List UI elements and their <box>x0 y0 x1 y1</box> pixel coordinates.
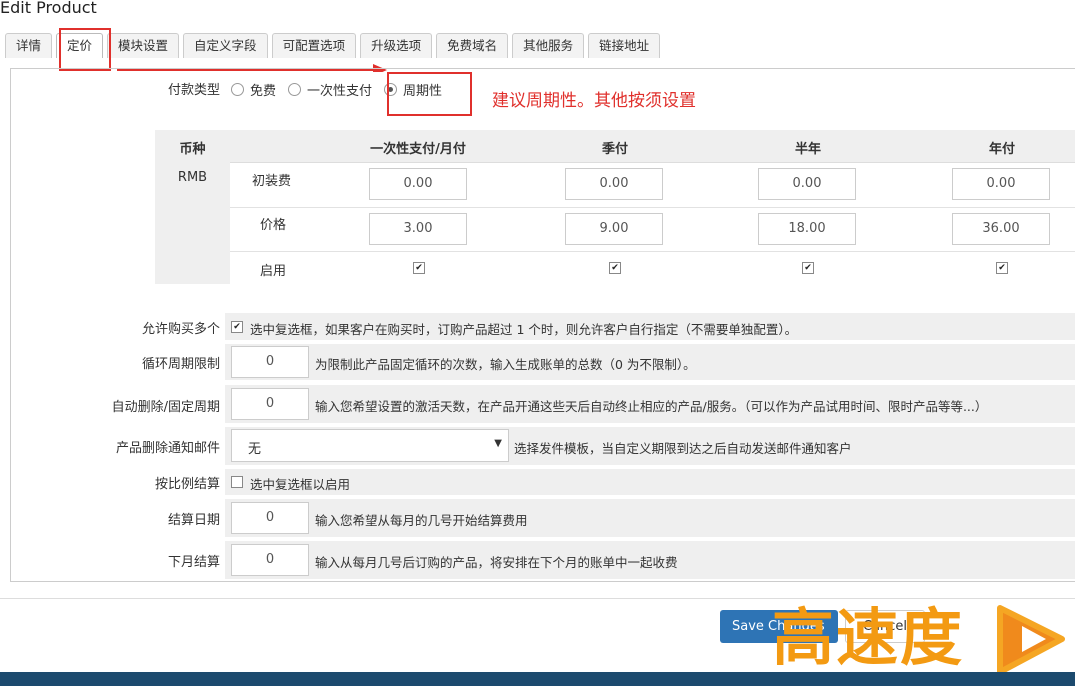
prorata-date-desc: 输入您希望从每月的几号开始结算费用 <box>315 513 528 528</box>
bottom-bar <box>0 672 1075 686</box>
prorata-label: 按比例结算 <box>154 477 220 492</box>
radio-onetime[interactable]: 一次性支付 <box>288 80 372 99</box>
tab-module-settings[interactable]: 模块设置 <box>107 33 180 58</box>
tab-custom-fields[interactable]: 自定义字段 <box>183 33 268 58</box>
enable-label: 启用 <box>260 264 287 279</box>
currency-header: 币种 <box>179 142 206 157</box>
annotation-box-tab <box>59 28 111 71</box>
watermark-logo: 高速度 <box>772 601 965 674</box>
prorata-date-label: 结算日期 <box>167 513 220 528</box>
charge-next-month-input[interactable]: 0 <box>231 544 309 576</box>
recurring-limit-label: 循环周期限制 <box>141 357 220 372</box>
page-title: Edit Product <box>0 0 97 17</box>
prorata-date-field: 0 输入您希望从每月的几号开始结算费用 <box>225 499 1075 537</box>
setup-annual-input[interactable]: 0.00 <box>952 168 1050 200</box>
allow-multiple-label: 允许购买多个 <box>141 322 220 337</box>
radio-free[interactable]: 免费 <box>231 80 276 99</box>
row-divider <box>230 207 1075 208</box>
chevron-down-icon: ▼ <box>494 438 502 449</box>
tab-free-domain[interactable]: 免费域名 <box>436 33 509 58</box>
tab-configurable-options[interactable]: 可配置选项 <box>271 33 357 58</box>
setup-fee-label: 初装费 <box>252 174 292 189</box>
recurring-limit-input[interactable]: 0 <box>231 346 309 378</box>
auto-terminate-input[interactable]: 0 <box>231 388 309 420</box>
tab-links[interactable]: 链接地址 <box>588 33 661 58</box>
price-annual-input[interactable]: 36.00 <box>952 213 1050 245</box>
price-quarterly-input[interactable]: 9.00 <box>565 213 663 245</box>
col-annual-header: 年付 <box>988 142 1015 157</box>
charge-next-month-field: 0 输入从每月几号后订购的产品，将安排在下个月的账单中一起收费 <box>225 541 1075 579</box>
prorata-date-input[interactable]: 0 <box>231 502 309 534</box>
tab-upgrades[interactable]: 升级选项 <box>360 33 433 58</box>
prorata-checkbox[interactable] <box>231 476 243 488</box>
termination-email-label: 产品删除通知邮件 <box>115 441 220 456</box>
setup-monthly-input[interactable]: 0.00 <box>369 168 467 200</box>
auto-terminate-field: 0 输入您希望设置的激活天数，在产品开通这些天后自动终止相应的产品/服务。（可以… <box>225 385 1075 423</box>
enable-annual-checkbox[interactable]: ✔ <box>996 262 1008 274</box>
enable-semiannual-checkbox[interactable]: ✔ <box>802 262 814 274</box>
termination-email-select[interactable]: 无 ▼ <box>231 429 509 462</box>
charge-next-month-label: 下月结算 <box>167 555 220 570</box>
prorata-field: 选中复选框以启用 <box>225 469 1075 495</box>
recurring-limit-field: 0 为限制此产品固定循环的次数，输入生成账单的总数（0 为不限制）。 <box>225 344 1075 380</box>
pricing-table: 币种 一次性支付/月付 季付 半年 年付 RMB 初装费 0.00 0.00 0… <box>155 130 1075 284</box>
col-quarterly-header: 季付 <box>601 142 628 157</box>
payment-type-label: 付款类型 <box>167 83 220 98</box>
price-monthly-input[interactable]: 3.00 <box>369 213 467 245</box>
auto-terminate-label: 自动删除/固定周期 <box>111 400 220 415</box>
allow-multiple-field: ✔ 选中复选框，如果客户在购买时，订购产品超过 1 个时，则允许客户自行指定（不… <box>225 313 1075 340</box>
setup-semiannual-input[interactable]: 0.00 <box>758 168 856 200</box>
allow-multiple-checkbox[interactable]: ✔ <box>231 321 243 333</box>
termination-email-field: 无 ▼ 选择发件模板，当自定义期限到达之后自动发送邮件通知客户 <box>225 427 1075 465</box>
price-label: 价格 <box>260 218 287 233</box>
enable-quarterly-checkbox[interactable]: ✔ <box>609 262 621 274</box>
currency-code: RMB <box>177 170 208 185</box>
tab-details[interactable]: 详情 <box>5 33 53 58</box>
price-semiannual-input[interactable]: 18.00 <box>758 213 856 245</box>
auto-terminate-desc: 输入您希望设置的激活天数，在产品开通这些天后自动终止相应的产品/服务。（可以作为… <box>315 399 988 414</box>
recurring-limit-desc: 为限制此产品固定循环的次数，输入生成账单的总数（0 为不限制）。 <box>315 357 696 372</box>
col-monthly-header: 一次性支付/月付 <box>370 142 466 157</box>
annotation-box-recurring <box>387 72 472 116</box>
tab-other-services[interactable]: 其他服务 <box>512 33 585 58</box>
prorata-desc: 选中复选框以启用 <box>250 477 351 492</box>
play-logo-icon <box>997 605 1065 675</box>
enable-monthly-checkbox[interactable]: ✔ <box>413 262 425 274</box>
setup-quarterly-input[interactable]: 0.00 <box>565 168 663 200</box>
termination-email-desc: 选择发件模板，当自定义期限到达之后自动发送邮件通知客户 <box>514 441 852 456</box>
col-semiannual-header: 半年 <box>794 142 821 157</box>
allow-multiple-desc: 选中复选框，如果客户在购买时，订购产品超过 1 个时，则允许客户自行指定（不需要… <box>250 322 798 337</box>
charge-next-month-desc: 输入从每月几号后订购的产品，将安排在下个月的账单中一起收费 <box>315 555 678 570</box>
annotation-text: 建议周期性。其他按须设置 <box>492 91 696 111</box>
row-divider <box>230 251 1075 252</box>
